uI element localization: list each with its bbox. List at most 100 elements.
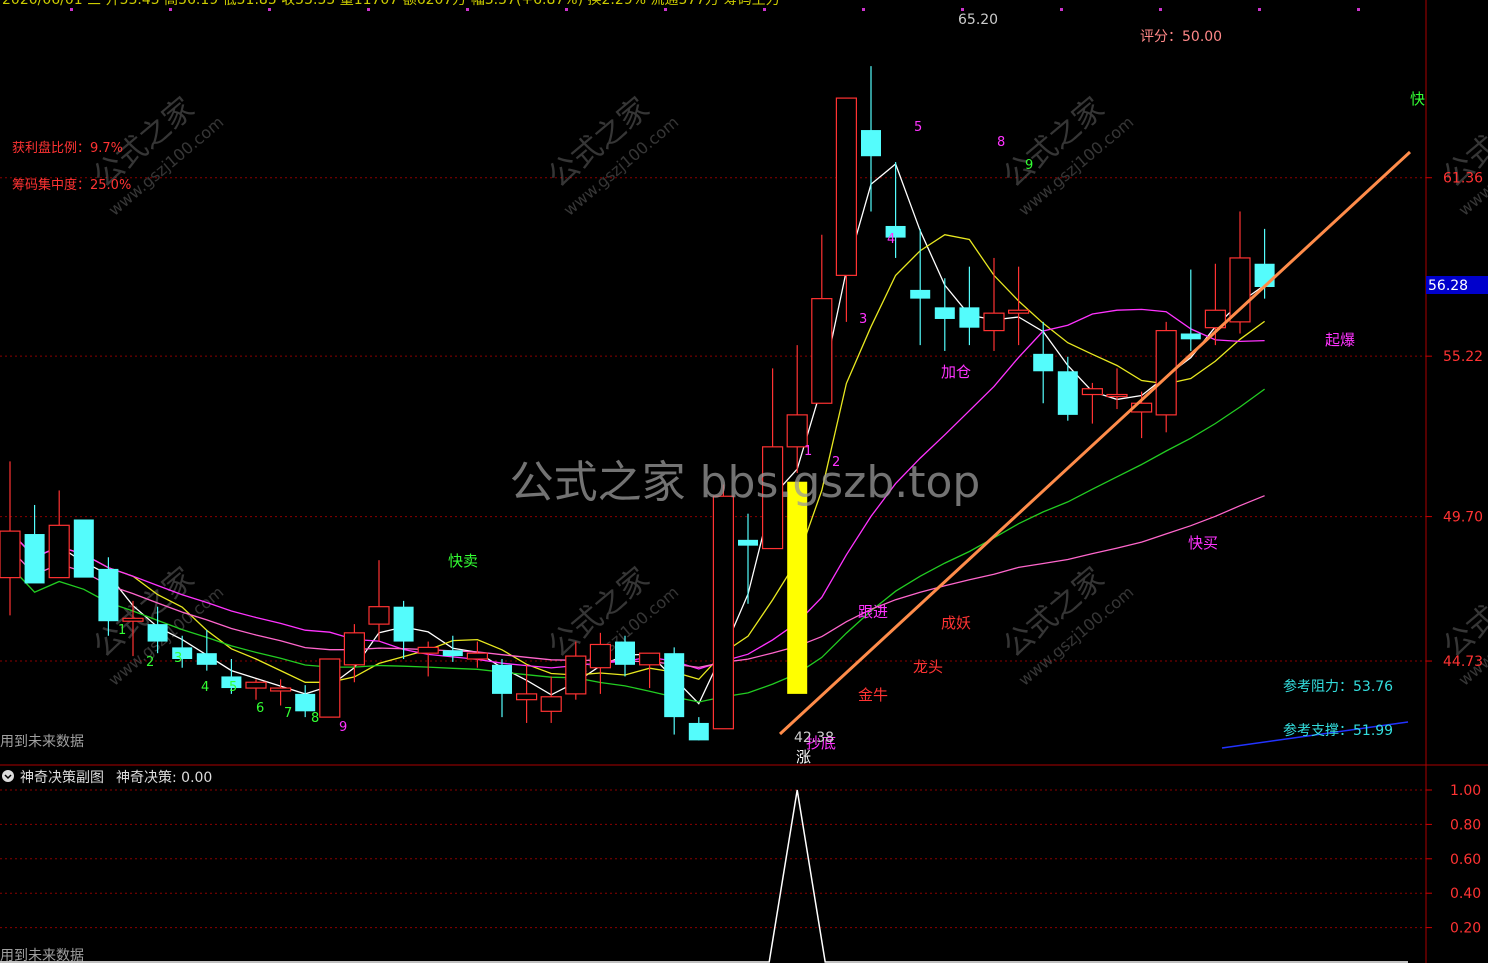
header-strip: 2020/06/01 三 开53.45 高56.19 低51.85 收55.55… bbox=[2, 0, 780, 8]
candle-body-up[interactable] bbox=[417, 646, 439, 654]
candle-body-down[interactable] bbox=[98, 568, 119, 622]
candle-body-down[interactable] bbox=[861, 130, 881, 157]
price-tick-label: 44.73 bbox=[1443, 654, 1483, 670]
candle-body-up[interactable] bbox=[1106, 393, 1128, 398]
candle-body-down[interactable] bbox=[393, 606, 414, 642]
signal-label: 跟进 bbox=[858, 603, 888, 621]
top-marker bbox=[367, 8, 370, 11]
candle-body-down[interactable] bbox=[24, 534, 45, 584]
candle-body-up[interactable] bbox=[565, 655, 587, 695]
top-marker bbox=[1258, 8, 1261, 11]
price-tick-label: 61.36 bbox=[1443, 171, 1483, 187]
candle-body-down[interactable] bbox=[959, 307, 980, 328]
top-marker bbox=[565, 8, 568, 11]
td-count-down: 1 bbox=[118, 623, 126, 638]
candle-body-down[interactable] bbox=[615, 641, 635, 665]
candle-body-down[interactable] bbox=[73, 519, 94, 578]
signal-label: 涨 bbox=[796, 748, 811, 766]
td-count-up: 8 bbox=[997, 135, 1005, 150]
candle-body-down[interactable] bbox=[664, 653, 685, 718]
top-marker bbox=[1060, 8, 1063, 11]
top-marker bbox=[466, 8, 469, 11]
candle-body-up[interactable] bbox=[589, 643, 612, 669]
sub-tick-label: 1.00 bbox=[1450, 783, 1481, 799]
candle-body-down[interactable] bbox=[1254, 263, 1275, 287]
signal-label: 成妖 bbox=[941, 614, 971, 632]
td-count-down: 4 bbox=[201, 680, 209, 695]
candle-body-up[interactable] bbox=[270, 687, 292, 692]
candle-body-up[interactable] bbox=[515, 693, 538, 701]
signal-label: 龙头 bbox=[913, 658, 943, 676]
candle-body-down[interactable] bbox=[442, 650, 463, 657]
current-price-tag: 56.28 bbox=[1428, 278, 1468, 294]
candle-body-down[interactable] bbox=[1057, 371, 1078, 415]
top-marker bbox=[961, 8, 964, 11]
price-tick-label: 49.70 bbox=[1443, 510, 1483, 526]
signal-bar bbox=[787, 481, 808, 694]
sub-future-data-note: 用到未来数据 bbox=[0, 948, 84, 963]
candle-body-down[interactable] bbox=[1033, 353, 1054, 372]
signal-label: 加仓 bbox=[941, 363, 971, 381]
price-tick-label: 55.22 bbox=[1443, 349, 1483, 365]
candle-body-down[interactable] bbox=[295, 693, 316, 712]
signal-label: 金牛 bbox=[858, 686, 888, 704]
collapse-icon[interactable] bbox=[2, 770, 14, 782]
sub-tick-label: 0.40 bbox=[1450, 886, 1481, 902]
stock-chart[interactable]: 公式之家www.gszj100.com 公式之家www.gszj100.com 公式… bbox=[0, 0, 1488, 963]
top-marker bbox=[70, 8, 73, 11]
td-count-up: 9 bbox=[1025, 158, 1033, 173]
td-count-down: 8 bbox=[311, 711, 319, 726]
td-count-down: 6 bbox=[256, 701, 264, 716]
candle-body-up[interactable] bbox=[1081, 388, 1104, 396]
sub-tick-label: 0.20 bbox=[1450, 921, 1481, 937]
top-marker bbox=[664, 8, 667, 11]
high-marker: 65.20 bbox=[958, 12, 998, 28]
candle-body-up[interactable] bbox=[638, 652, 661, 666]
low-marker: 42.38 bbox=[794, 730, 834, 746]
candle-body-down[interactable] bbox=[1180, 333, 1201, 340]
signal-label: 快买 bbox=[1188, 534, 1218, 552]
sub-panel-title[interactable]: 神奇决策副图 bbox=[20, 769, 104, 786]
top-marker bbox=[1159, 8, 1162, 11]
top-marker bbox=[1357, 8, 1360, 11]
candle-body-down[interactable] bbox=[492, 664, 512, 694]
candle-body-up[interactable] bbox=[319, 658, 341, 718]
td-count-up: 3 bbox=[859, 312, 867, 327]
candle-body-up[interactable] bbox=[48, 524, 70, 579]
candle-body-up[interactable] bbox=[540, 696, 562, 712]
candle-body-up[interactable] bbox=[786, 414, 808, 448]
candle-body-down[interactable] bbox=[910, 289, 931, 299]
candle-body-up[interactable] bbox=[466, 652, 488, 660]
top-marker bbox=[862, 8, 865, 11]
score-label: 评分：50.00 bbox=[1140, 29, 1222, 45]
resistance-label: 参考阻力：53.76 bbox=[1283, 678, 1393, 695]
signal-label: 快 bbox=[1410, 90, 1425, 108]
support-label: 参考支撑：51.99 bbox=[1283, 722, 1393, 739]
signal-label: 起爆 bbox=[1325, 331, 1355, 349]
candle-body-down[interactable] bbox=[688, 722, 709, 741]
candle-body-up[interactable] bbox=[0, 530, 21, 579]
candle-body-up[interactable] bbox=[343, 632, 365, 666]
candle-body-down[interactable] bbox=[147, 624, 168, 642]
td-count-down: 3 bbox=[174, 651, 182, 666]
candle-body-up[interactable] bbox=[1007, 309, 1030, 314]
future-data-note: 用到未来数据 bbox=[0, 734, 84, 750]
td-count-down: 7 bbox=[284, 706, 292, 721]
candle-body-up[interactable] bbox=[983, 312, 1005, 332]
top-marker bbox=[268, 8, 271, 11]
candle-body-up[interactable] bbox=[712, 495, 735, 730]
candle-body-up[interactable] bbox=[245, 681, 267, 689]
candle-body-up[interactable] bbox=[1229, 257, 1251, 323]
candle-body-down[interactable] bbox=[738, 539, 758, 546]
sub-indicator-label: 神奇决策: 0.00 bbox=[116, 769, 212, 786]
candle-body-up[interactable] bbox=[835, 97, 858, 276]
signal-label: 快卖 bbox=[448, 552, 478, 570]
candle-body-up[interactable] bbox=[811, 298, 833, 404]
top-marker bbox=[763, 8, 766, 11]
candle-body-up[interactable] bbox=[122, 617, 144, 622]
candle-body-up[interactable] bbox=[368, 606, 390, 625]
td-count-up: 4 bbox=[887, 232, 895, 247]
candle-body-down[interactable] bbox=[934, 307, 955, 319]
td-count-down: 5 bbox=[229, 680, 237, 695]
candle-body-down[interactable] bbox=[196, 653, 217, 665]
